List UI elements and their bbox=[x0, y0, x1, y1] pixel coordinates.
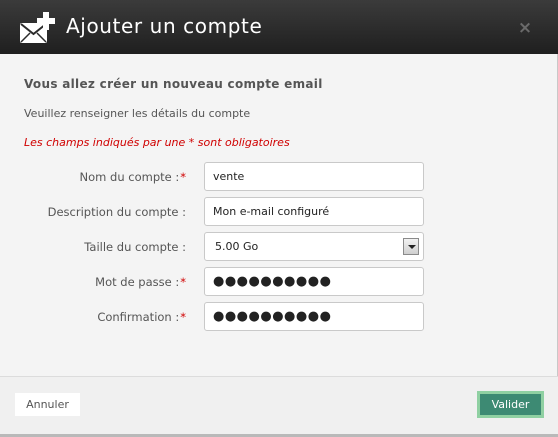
account-name-label: Nom du compte :* bbox=[80, 170, 186, 184]
description-label: Description du compte : bbox=[48, 205, 186, 219]
cancel-button[interactable]: Annuler bbox=[14, 392, 81, 417]
description-row: Description du compte : bbox=[0, 197, 558, 227]
mail-add-icon bbox=[20, 12, 55, 43]
confirmation-label-text: Confirmation : bbox=[97, 310, 180, 324]
size-select-value: 5.00 Go bbox=[215, 240, 259, 253]
account-name-label-text: Nom du compte : bbox=[79, 170, 180, 184]
size-select[interactable]: 5.00 Go bbox=[204, 232, 424, 261]
dialog-content: Vous allez créer un nouveau compte email… bbox=[0, 54, 558, 376]
confirmation-input[interactable]: ●●●●●●●●●● bbox=[204, 302, 424, 331]
add-account-dialog: Ajouter un compte × Vous allez créer un … bbox=[0, 0, 558, 437]
form-subheading: Veuillez renseigner les détails du compt… bbox=[24, 107, 251, 120]
password-label: Mot de passe :* bbox=[95, 275, 186, 289]
required-asterisk: * bbox=[180, 310, 186, 324]
dialog-title: Ajouter un compte bbox=[66, 14, 263, 38]
close-icon[interactable]: × bbox=[517, 20, 533, 37]
required-asterisk: * bbox=[180, 275, 186, 289]
password-row: Mot de passe :* ●●●●●●●●●● bbox=[0, 267, 558, 297]
chevron-down-icon[interactable] bbox=[403, 238, 419, 255]
password-input[interactable]: ●●●●●●●●●● bbox=[204, 267, 424, 296]
dialog-titlebar: Ajouter un compte × bbox=[0, 0, 558, 54]
dialog-footer: Annuler Valider bbox=[0, 376, 558, 437]
form-heading: Vous allez créer un nouveau compte email bbox=[24, 77, 323, 91]
required-fields-note: Les champs indiqués par une * sont oblig… bbox=[24, 136, 290, 149]
confirmation-label: Confirmation :* bbox=[97, 310, 186, 324]
description-input[interactable] bbox=[204, 197, 424, 226]
account-name-row: Nom du compte :* bbox=[0, 162, 558, 192]
confirmation-row: Confirmation :* ●●●●●●●●●● bbox=[0, 302, 558, 332]
size-row: Taille du compte : 5.00 Go bbox=[0, 232, 558, 262]
description-label-text: Description du compte : bbox=[47, 205, 186, 219]
password-label-text: Mot de passe : bbox=[95, 275, 180, 289]
size-label-text: Taille du compte : bbox=[84, 240, 186, 254]
size-label: Taille du compte : bbox=[84, 240, 186, 254]
validate-button[interactable]: Valider bbox=[477, 391, 544, 418]
account-name-input[interactable] bbox=[204, 162, 424, 191]
required-asterisk: * bbox=[180, 170, 186, 184]
